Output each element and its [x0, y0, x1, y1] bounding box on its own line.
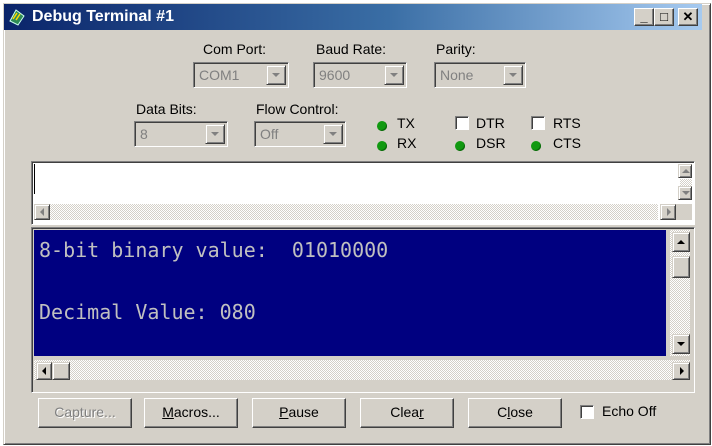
- parity-select[interactable]: None: [434, 62, 526, 88]
- flow-control-label: Flow Control:: [256, 101, 339, 117]
- dtr-label: DTR: [476, 115, 505, 131]
- cts-led-icon: [531, 141, 541, 151]
- flow-control-value: Off: [260, 126, 279, 142]
- app-icon: [9, 9, 25, 26]
- transmit-pane[interactable]: [31, 161, 695, 225]
- close-label-start: C: [497, 404, 508, 420]
- title-bar[interactable]: Debug Terminal #1 _ □ ✕: [4, 4, 702, 30]
- close-label-end: ose: [510, 404, 533, 420]
- baud-rate-value: 9600: [319, 67, 351, 83]
- dtr-checkbox[interactable]: [455, 116, 469, 130]
- chevron-down-icon[interactable]: [205, 124, 225, 144]
- clear-button[interactable]: Clear: [360, 398, 454, 428]
- com-port-value: COM1: [199, 67, 240, 83]
- transmit-hscroll-track[interactable]: [50, 204, 658, 220]
- chevron-down-icon[interactable]: [503, 65, 523, 85]
- terminal-line: 8-bit binary value: 01010000: [39, 238, 389, 262]
- pause-button[interactable]: Pause: [252, 398, 346, 428]
- parity-value: None: [440, 67, 474, 83]
- terminal-scroll-down-button[interactable]: [672, 334, 690, 354]
- terminal-scroll-left-button[interactable]: [36, 362, 52, 380]
- terminal-scroll-thumb[interactable]: [672, 256, 690, 278]
- macros-label: acros...: [173, 404, 220, 420]
- terminal-hscroll-thumb[interactable]: [52, 362, 70, 380]
- window-title: Debug Terminal #1: [32, 8, 174, 25]
- chevron-down-icon[interactable]: [323, 124, 343, 144]
- echo-off-checkbox[interactable]: [580, 405, 594, 419]
- rts-label: RTS: [553, 115, 581, 131]
- rx-label: RX: [397, 135, 417, 151]
- dsr-led-icon: [455, 141, 465, 151]
- baud-rate-label: Baud Rate:: [316, 41, 387, 57]
- baud-rate-select[interactable]: 9600: [313, 62, 407, 88]
- macros-button[interactable]: Macros...: [144, 398, 238, 428]
- close-window-button[interactable]: ✕: [678, 8, 698, 26]
- close-button[interactable]: Close: [468, 398, 562, 428]
- flow-control-select[interactable]: Off: [254, 121, 346, 147]
- scroll-corner: [676, 204, 692, 220]
- receive-pane: 8-bit binary value: 01010000 Decimal Val…: [31, 227, 695, 393]
- clear-accelerator: r: [419, 404, 424, 420]
- tx-led-icon: [377, 121, 387, 131]
- data-bits-select[interactable]: 8: [134, 121, 228, 147]
- transmit-scroll-left-button[interactable]: [34, 204, 50, 220]
- pause-label: ause: [288, 404, 319, 420]
- data-bits-value: 8: [140, 126, 148, 142]
- transmit-input[interactable]: [34, 164, 665, 194]
- clear-label: Clea: [390, 404, 420, 420]
- tx-label: TX: [397, 115, 415, 131]
- parity-label: Parity:: [436, 41, 476, 57]
- chevron-down-icon[interactable]: [266, 65, 286, 85]
- terminal-scroll-up-button[interactable]: [672, 232, 690, 252]
- transmit-scroll-down-button[interactable]: [678, 186, 692, 200]
- terminal-scroll-right-button[interactable]: [672, 362, 690, 380]
- capture-button[interactable]: Capture...: [38, 398, 132, 428]
- rx-led-icon: [377, 141, 387, 151]
- maximize-button[interactable]: □: [654, 8, 674, 26]
- com-port-select[interactable]: COM1: [193, 62, 289, 88]
- transmit-scroll-right-button[interactable]: [660, 204, 676, 220]
- data-bits-label: Data Bits:: [136, 101, 197, 117]
- com-port-label: Com Port:: [203, 41, 267, 57]
- minimize-button[interactable]: _: [634, 8, 654, 26]
- rts-checkbox[interactable]: [531, 116, 545, 130]
- echo-off-label: Echo Off: [602, 403, 657, 419]
- terminal-hscroll-track[interactable]: [34, 360, 690, 380]
- terminal-line: Decimal Value: 080: [39, 300, 256, 324]
- cts-label: CTS: [553, 135, 581, 151]
- dsr-label: DSR: [476, 135, 506, 151]
- macros-accelerator: M: [162, 404, 174, 420]
- chevron-down-icon[interactable]: [384, 65, 404, 85]
- terminal-output[interactable]: 8-bit binary value: 01010000 Decimal Val…: [34, 230, 666, 356]
- transmit-scroll-up-button[interactable]: [678, 164, 692, 178]
